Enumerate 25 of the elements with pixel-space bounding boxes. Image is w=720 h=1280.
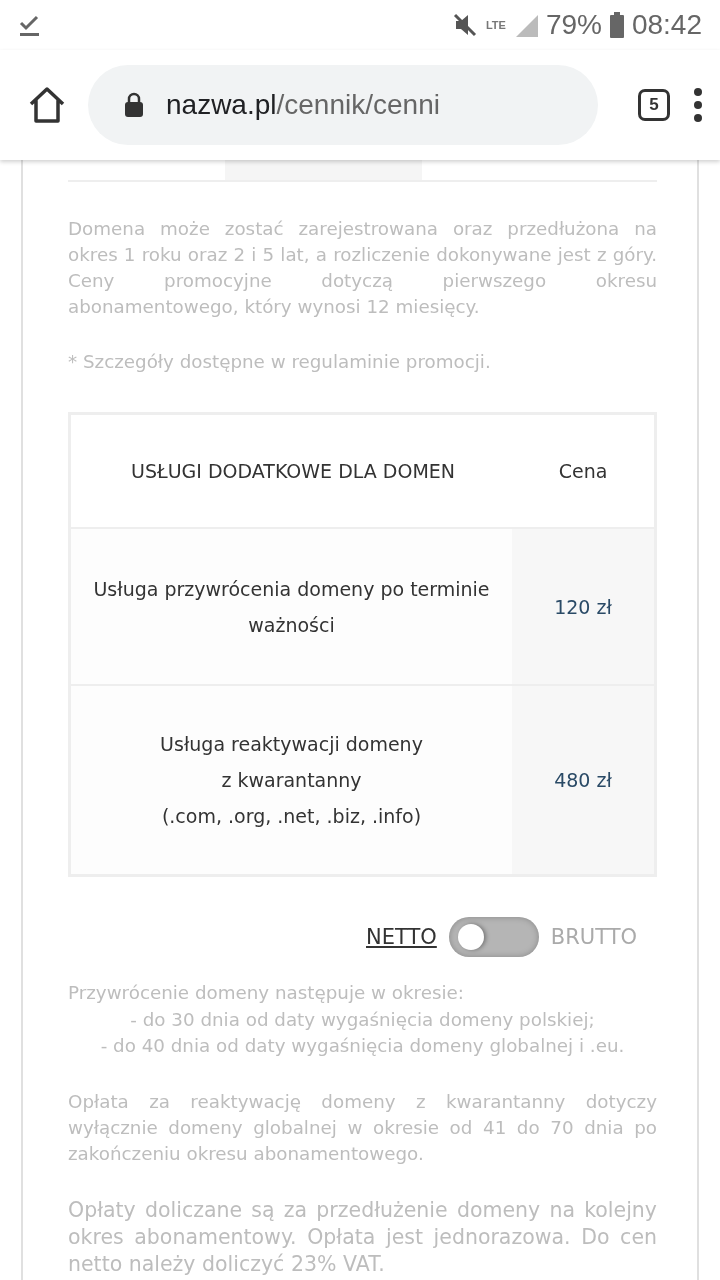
paragraph: Opłata za reaktywację domeny z kwarantanny dotyczy wyłącznie domeny globalnej w okresie od 41 do 70 dnia po zakończeniu okresu abonamentowego. bbox=[68, 1090, 657, 1166]
paragraph: Domena może zostać zarejestrowana oraz przedłużona na okres 1 roku oraz 2 i 5 lat, a rozliczenie dokonywane jest z góry. Ceny promocyjne dotyczą pierwszego okresu abonamentowego, który wynosi 12 miesięcy. bbox=[68, 217, 657, 319]
clock: 08:42 bbox=[631, 9, 702, 41]
network-type: LTE bbox=[485, 19, 506, 31]
menu-icon[interactable] bbox=[692, 87, 704, 123]
netto-label[interactable]: NETTO bbox=[366, 925, 437, 949]
address-bar[interactable]: nazwa.pl/cennik/cenni bbox=[88, 65, 598, 145]
price-toggle-switch[interactable] bbox=[448, 917, 539, 957]
battery-level: 79% bbox=[545, 9, 602, 41]
url-text: nazwa.pl/cennik/cenni bbox=[166, 89, 440, 121]
footnote: * Szczegóły dostępne w regulaminie promocji. bbox=[68, 350, 492, 374]
paragraph: Opłaty doliczane są za przedłużenie domeny na kolejny okres abonamentowy. Opłata jest jednorazowa. Do cen netto należy doliczyć 23% VAT. bbox=[68, 1197, 657, 1278]
lock-icon bbox=[124, 92, 144, 118]
table-cell: Usługa reaktywacji domeny z kwarantanny (.com, .org, .net, .biz, .info) bbox=[69, 685, 512, 876]
table-cell: Usługa przywrócenia domeny po terminie ważności bbox=[69, 528, 512, 685]
battery-icon bbox=[609, 12, 624, 38]
note-title: Przywrócenie domeny następuje w okresie: bbox=[68, 981, 465, 1005]
download-done-icon bbox=[18, 13, 42, 37]
mute-icon bbox=[451, 12, 478, 38]
note-item: - do 30 dnia od daty wygaśnięcia domeny polskiej; bbox=[129, 1008, 596, 1032]
note-item: - do 40 dnia od daty wygaśnięcia domeny globalnej i .eu. bbox=[99, 1034, 626, 1058]
price-cell: 480 zł bbox=[512, 685, 656, 876]
tab-switcher-button[interactable]: 5 bbox=[638, 89, 670, 121]
home-icon[interactable] bbox=[28, 87, 66, 123]
price-cell: 120 zł bbox=[512, 528, 656, 685]
